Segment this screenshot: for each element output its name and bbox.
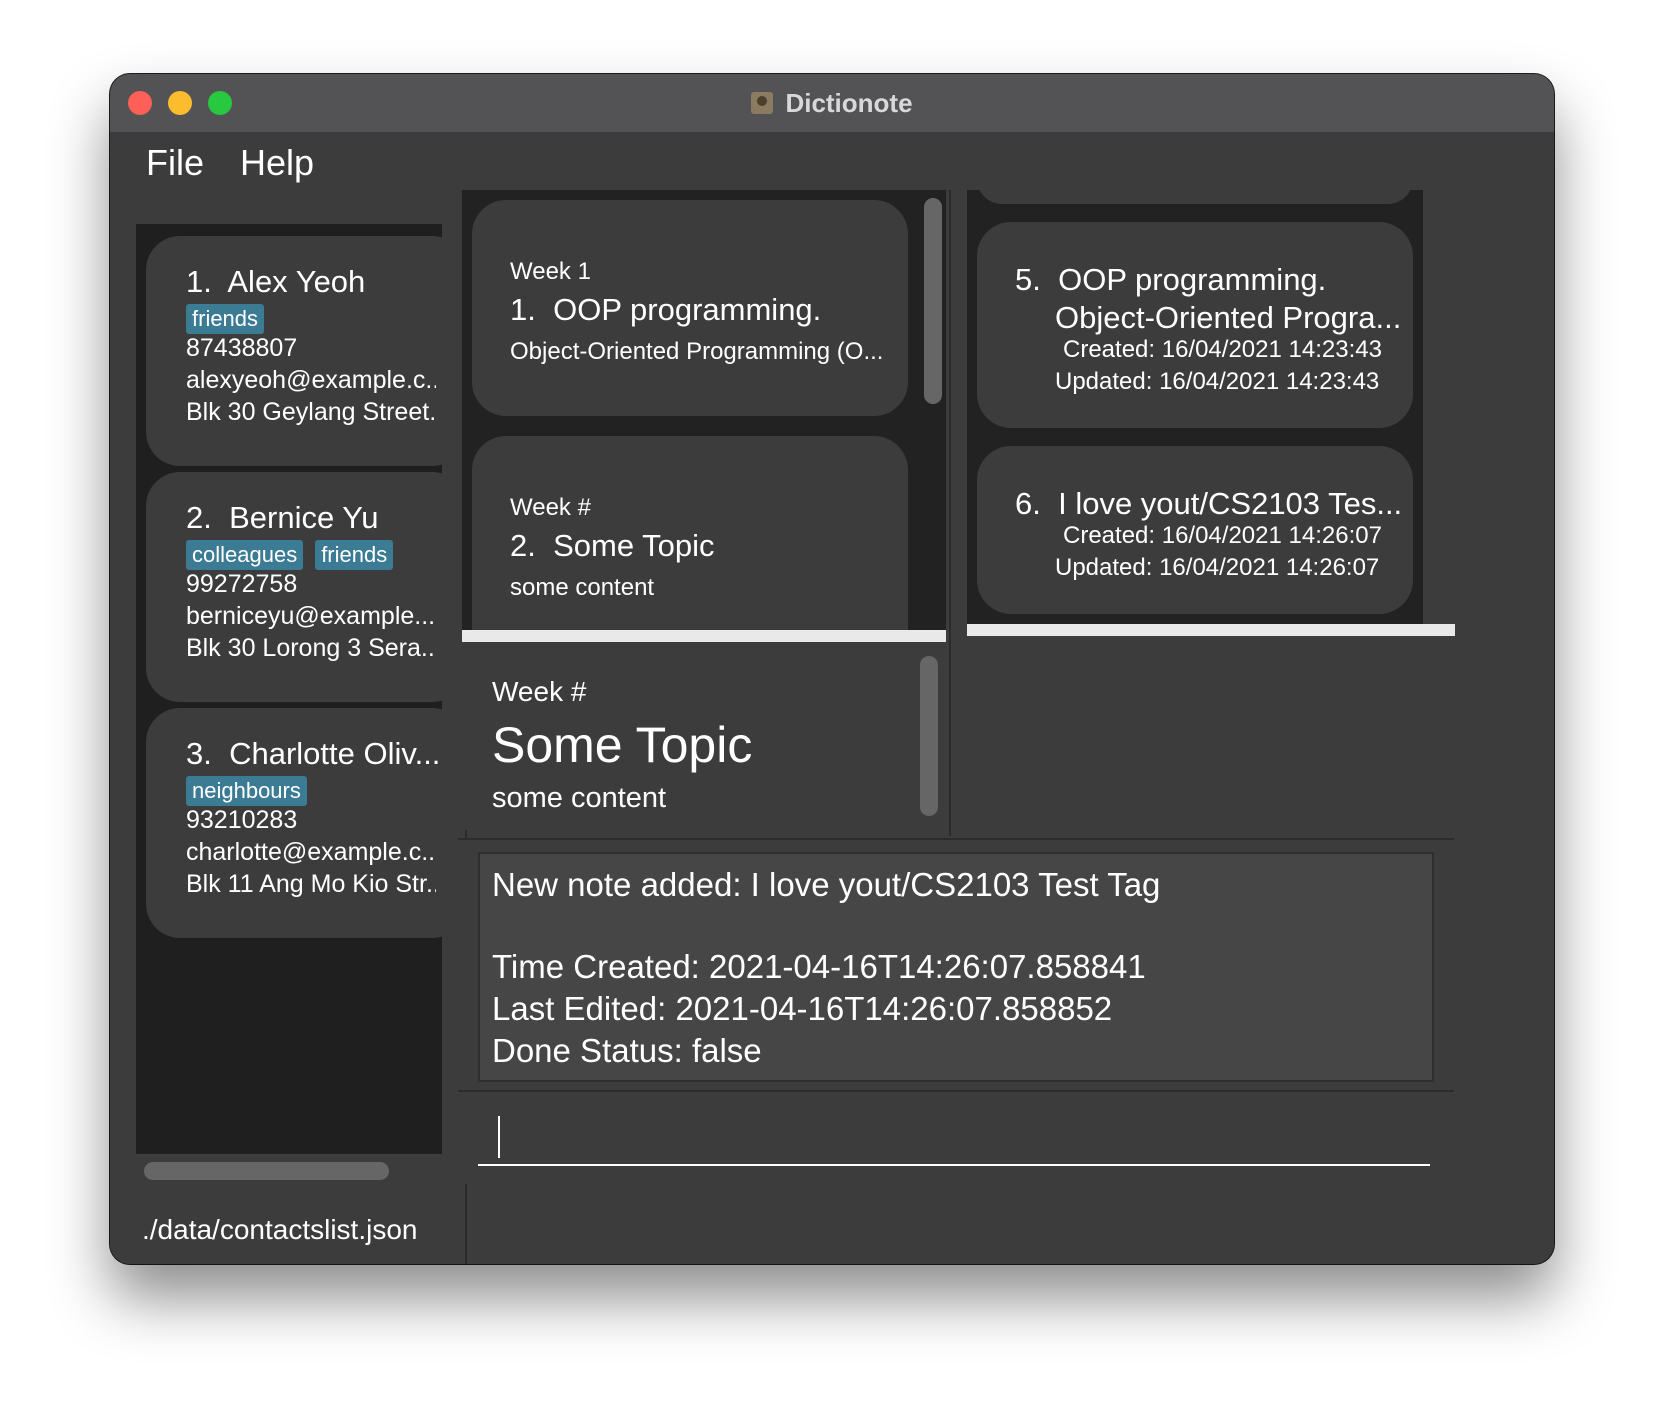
note-title-continued: Object-Oriented Progra... xyxy=(1055,300,1402,335)
result-display-panel: New note added: I love yout/CS2103 Test … xyxy=(458,838,1454,1090)
contact-email: charlotte@example.c... xyxy=(186,838,436,866)
contact-list[interactable]: 1. Alex Yeoh friends 87438807 alexyeoh@e… xyxy=(136,224,442,1154)
split-divider-right[interactable] xyxy=(967,624,1455,636)
note-list-right[interactable]: 5. OOP programming. Object-Oriented Prog… xyxy=(967,190,1423,624)
note-detail-panel: Week # Some Topic some content xyxy=(462,642,946,830)
contact-name: 3. Charlotte Oliv... xyxy=(186,736,441,771)
result-last-edited: Last Edited: 2021-04-16T14:26:07.858852 xyxy=(492,990,1113,1027)
note-detail-title: Some Topic xyxy=(492,717,753,773)
contact-card[interactable]: 3. Charlotte Oliv... neighbours 93210283… xyxy=(146,708,442,938)
split-divider[interactable] xyxy=(462,630,946,642)
contact-tags: colleagues friends xyxy=(186,540,394,570)
app-window: Dictionote File Help 1. Alex Yeoh friend… xyxy=(110,74,1554,1264)
note-content: Object-Oriented Programming (O... xyxy=(510,338,884,365)
note-list-scrollbar-thumb[interactable] xyxy=(924,198,942,404)
text-caret xyxy=(498,1116,500,1158)
result-done-status: Done Status: false xyxy=(492,1032,762,1069)
note-created: Created: 16/04/2021 14:23:43 xyxy=(1063,336,1382,363)
tag-label: friends xyxy=(186,304,265,334)
note-detail-week: Week # xyxy=(492,676,587,707)
note-week: Week 1 xyxy=(510,258,591,285)
contact-email: berniceyu@example.... xyxy=(186,602,436,630)
command-input[interactable] xyxy=(478,1104,1430,1166)
contact-name: 2. Bernice Yu xyxy=(186,500,379,535)
tag-label: neighbours xyxy=(186,776,307,806)
note-card[interactable]: 5. OOP programming. Object-Oriented Prog… xyxy=(977,222,1413,428)
note-title: 6. I love yout/CS2103 Tes... xyxy=(1015,486,1403,521)
note-title: 2. Some Topic xyxy=(510,528,715,563)
result-time-created: Time Created: 2021-04-16T14:26:07.858841 xyxy=(492,948,1146,985)
contacts-panel: 1. Alex Yeoh friends 87438807 alexyeoh@e… xyxy=(110,202,467,1264)
scrollbar-thumb[interactable] xyxy=(144,1162,389,1180)
result-display: New note added: I love yout/CS2103 Test … xyxy=(478,852,1434,1082)
tag-label: colleagues xyxy=(186,540,304,570)
contact-phone: 93210283 xyxy=(186,806,298,834)
contact-list-horizontal-scrollbar[interactable] xyxy=(136,1154,442,1184)
file-path-status: ./data/contactslist.json xyxy=(142,1214,418,1245)
contact-name: 1. Alex Yeoh xyxy=(186,264,366,299)
app-icon xyxy=(751,92,774,114)
window-title: Dictionote xyxy=(785,87,913,118)
note-content: some content xyxy=(510,574,655,601)
note-list[interactable]: Week 1 1. OOP programming. Object-Orient… xyxy=(462,190,946,630)
note-updated: Updated: 16/04/2021 14:26:07 xyxy=(1055,554,1380,581)
contact-address: Blk 11 Ang Mo Kio Str... xyxy=(186,870,436,898)
menu-file[interactable]: File xyxy=(146,142,204,184)
note-week: Week # xyxy=(510,494,591,521)
contact-tags: friends xyxy=(186,304,265,334)
contact-tags: neighbours xyxy=(186,776,307,806)
contact-phone: 87438807 xyxy=(186,334,298,362)
note-updated: Updated: 16/04/2021 14:23:43 xyxy=(1055,368,1380,395)
menu-help[interactable]: Help xyxy=(240,142,314,184)
contact-card[interactable]: 2. Bernice Yu colleagues friends 9927275… xyxy=(146,472,442,702)
contact-address: Blk 30 Geylang Street... xyxy=(186,398,436,426)
note-created: Created: 16/04/2021 14:26:07 xyxy=(1063,522,1382,549)
contact-address: Blk 30 Lorong 3 Sera... xyxy=(186,634,436,662)
contact-card[interactable]: 1. Alex Yeoh friends 87438807 alexyeoh@e… xyxy=(146,236,442,466)
note-card[interactable]: Week # 2. Some Topic some content xyxy=(472,436,908,630)
note-title: 5. OOP programming. xyxy=(1015,262,1327,297)
contact-email: alexyeoh@example.c... xyxy=(186,366,436,394)
note-title: 1. OOP programming. xyxy=(510,292,822,327)
panel-separator xyxy=(949,190,951,836)
result-message: New note added: I love yout/CS2103 Test … xyxy=(492,866,1161,903)
note-card-partial[interactable] xyxy=(977,190,1413,204)
note-card[interactable]: 6. I love yout/CS2103 Tes... Created: 16… xyxy=(977,446,1413,614)
note-detail-scrollbar-thumb[interactable] xyxy=(920,656,938,816)
title-bar: Dictionote xyxy=(110,74,1554,133)
contact-phone: 99272758 xyxy=(186,570,298,598)
note-detail-content: some content xyxy=(492,782,667,814)
note-card[interactable]: Week 1 1. OOP programming. Object-Orient… xyxy=(472,200,908,416)
tag-label: friends xyxy=(315,540,394,570)
command-box-panel xyxy=(458,1090,1454,1184)
